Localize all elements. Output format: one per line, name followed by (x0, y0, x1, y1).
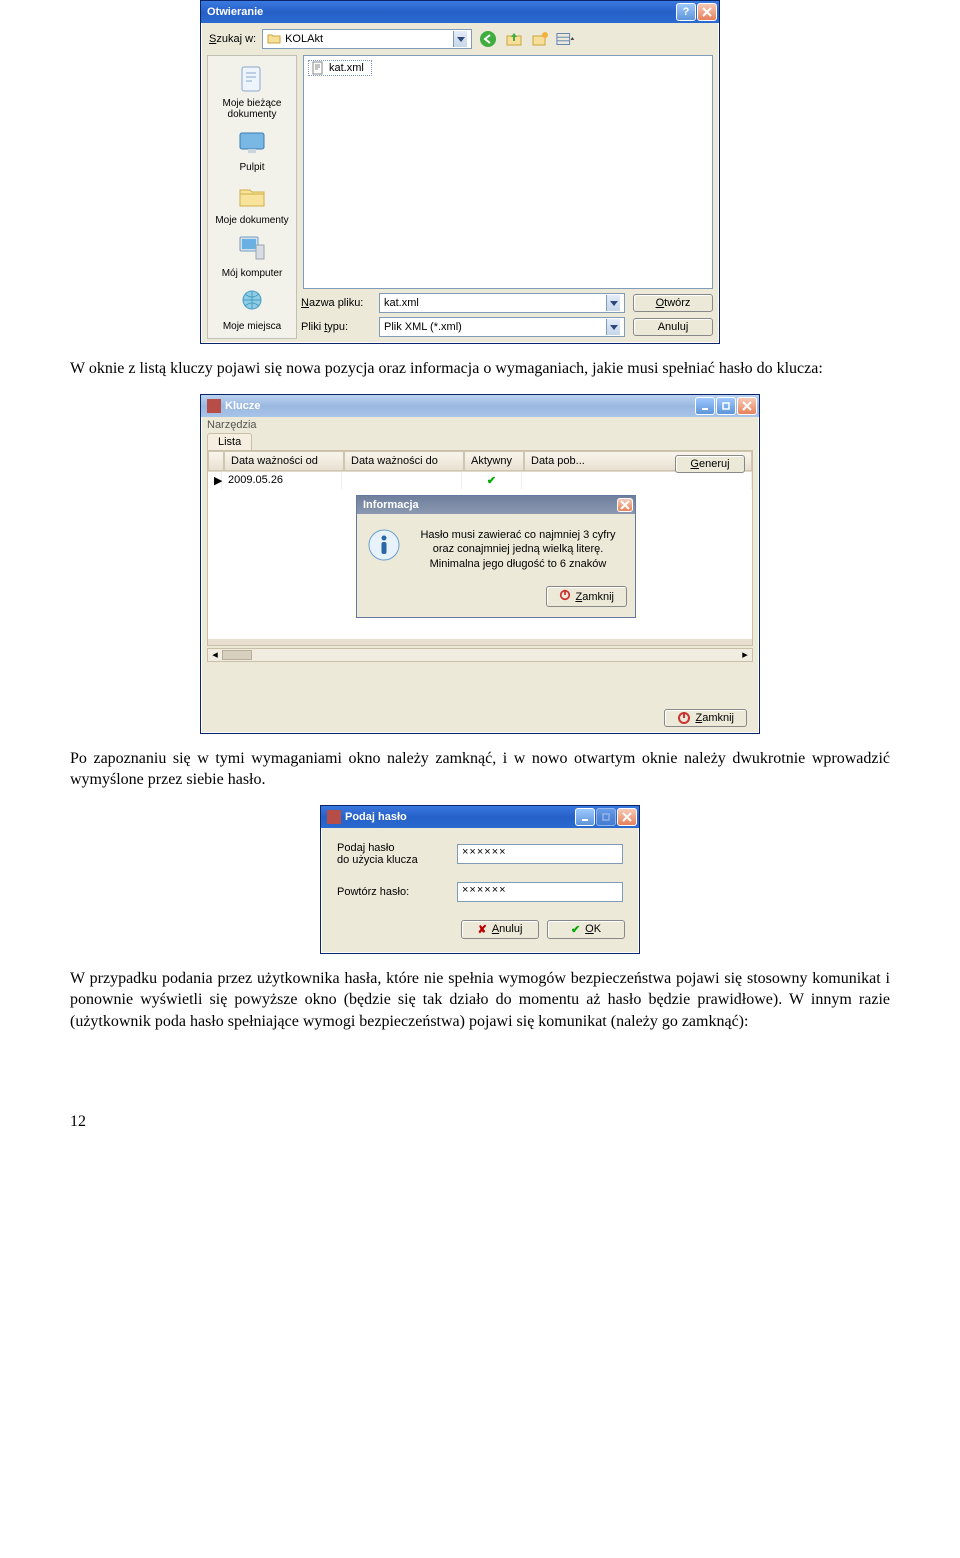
cell-empty (522, 472, 752, 489)
minimize-icon[interactable] (695, 397, 715, 415)
app-icon (207, 399, 221, 413)
chevron-down-icon[interactable] (606, 295, 620, 311)
place-network[interactable]: Moje miejsca (213, 285, 291, 332)
klucze-window: Klucze Narzędzia Lista Data ważności od … (200, 394, 760, 734)
filename-label: Nazwa pliku: (301, 297, 371, 309)
row-marker-header (208, 451, 224, 471)
info-dialog: Informacja Hasło musi zawierać co najmni… (356, 495, 636, 619)
lookin-combo[interactable]: KOLAkt (262, 29, 472, 49)
info-close-button[interactable]: Zamknij (546, 586, 627, 607)
cell-empty (342, 472, 462, 489)
col-header[interactable]: Data ważności od (224, 451, 344, 471)
power-icon (677, 711, 691, 725)
close-icon[interactable] (737, 397, 757, 415)
password-input-2[interactable]: ×××××× (457, 882, 623, 902)
help-icon[interactable]: ? (676, 3, 696, 21)
close-icon[interactable] (617, 498, 633, 512)
info-message: Hasło musi zawierać co najmniej 3 cyfry … (411, 528, 625, 573)
folder-icon (267, 32, 281, 47)
filetype-combo[interactable]: Plik XML (*.xml) (379, 317, 625, 337)
place-recent[interactable]: Moje bieżące dokumenty (213, 62, 291, 120)
close-icon[interactable] (617, 808, 637, 826)
titlebar[interactable]: Otwieranie ? (201, 1, 719, 23)
up-folder-icon[interactable] (504, 29, 524, 49)
titlebar[interactable]: Klucze (201, 395, 759, 417)
row-marker: ▶ (208, 472, 222, 489)
ok-button[interactable]: ✔ OK (547, 920, 625, 939)
dialog-title: Podaj hasło (345, 811, 575, 823)
cancel-button[interactable]: Anuluj (633, 318, 713, 336)
body-text-1: W oknie z listą kluczy pojawi się nowa p… (70, 358, 890, 380)
tab-lista[interactable]: Lista (207, 433, 252, 450)
lookin-toolbar: Szukaj w: KOLAkt (201, 23, 719, 55)
col-header[interactable]: Data ważności do (344, 451, 464, 471)
close-icon[interactable] (697, 3, 717, 21)
places-bar: Moje bieżące dokumenty Pulpit Moje dokum… (207, 55, 297, 339)
titlebar[interactable]: Podaj hasło (321, 806, 639, 828)
place-mydocs[interactable]: Moje dokumenty (213, 179, 291, 226)
password-input-1[interactable]: ×××××× (457, 844, 623, 864)
dialog-title: Otwieranie (207, 6, 676, 18)
filename-combo[interactable]: kat.xml (379, 293, 625, 313)
info-titlebar[interactable]: Informacja (357, 496, 635, 514)
close-window-button[interactable]: Zamknij (664, 709, 747, 727)
cancel-button[interactable]: ✘ Anuluj (461, 920, 539, 939)
password-label-2: Powtórz hasło: (337, 886, 447, 898)
check-icon: ✔ (571, 923, 580, 936)
lookin-label: Szukaj w: (209, 33, 256, 45)
body-text-2: Po zapoznaniu się w tymi wymaganiami okn… (70, 748, 890, 791)
maximize-icon[interactable] (716, 397, 736, 415)
generate-button[interactable]: Generuj (675, 455, 745, 473)
window-title: Klucze (225, 400, 695, 412)
views-icon[interactable] (556, 29, 576, 49)
chevron-down-icon[interactable] (453, 31, 467, 47)
filetype-label: Pliki typu: (301, 321, 371, 333)
back-icon[interactable] (478, 29, 498, 49)
power-icon (559, 589, 571, 604)
minimize-icon[interactable] (575, 808, 595, 826)
place-desktop[interactable]: Pulpit (213, 126, 291, 173)
file-open-dialog: Otwieranie ? Szukaj w: KOLAkt (200, 0, 720, 344)
body-text-3: W przypadku podania przez użytkownika ha… (70, 968, 890, 1033)
cell-date: 2009.05.26 (222, 472, 342, 489)
info-icon (367, 528, 401, 562)
file-list[interactable]: kat.xml (303, 55, 713, 289)
maximize-icon (596, 808, 616, 826)
open-button[interactable]: Otwórz (633, 294, 713, 312)
password-dialog: Podaj hasło Podaj hasłodo użycia klucza … (320, 805, 640, 954)
place-mycomputer[interactable]: Mój komputer (213, 232, 291, 279)
cell-active-check-icon: ✔ (462, 472, 522, 489)
page-number: 12 (70, 1113, 890, 1131)
password-label-1: Podaj hasłodo użycia klucza (337, 842, 447, 866)
chevron-down-icon[interactable] (606, 319, 620, 335)
new-folder-icon[interactable] (530, 29, 550, 49)
file-item[interactable]: kat.xml (308, 60, 372, 76)
lookin-value: KOLAkt (285, 33, 323, 45)
app-icon (327, 810, 341, 824)
x-icon: ✘ (478, 923, 487, 936)
table-row[interactable]: ▶ 2009.05.26 ✔ (208, 471, 752, 489)
horizontal-scrollbar[interactable]: ◂ ▸ (207, 648, 753, 662)
col-header[interactable]: Aktywny (464, 451, 524, 471)
menu-tools[interactable]: Narzędzia (201, 417, 759, 433)
